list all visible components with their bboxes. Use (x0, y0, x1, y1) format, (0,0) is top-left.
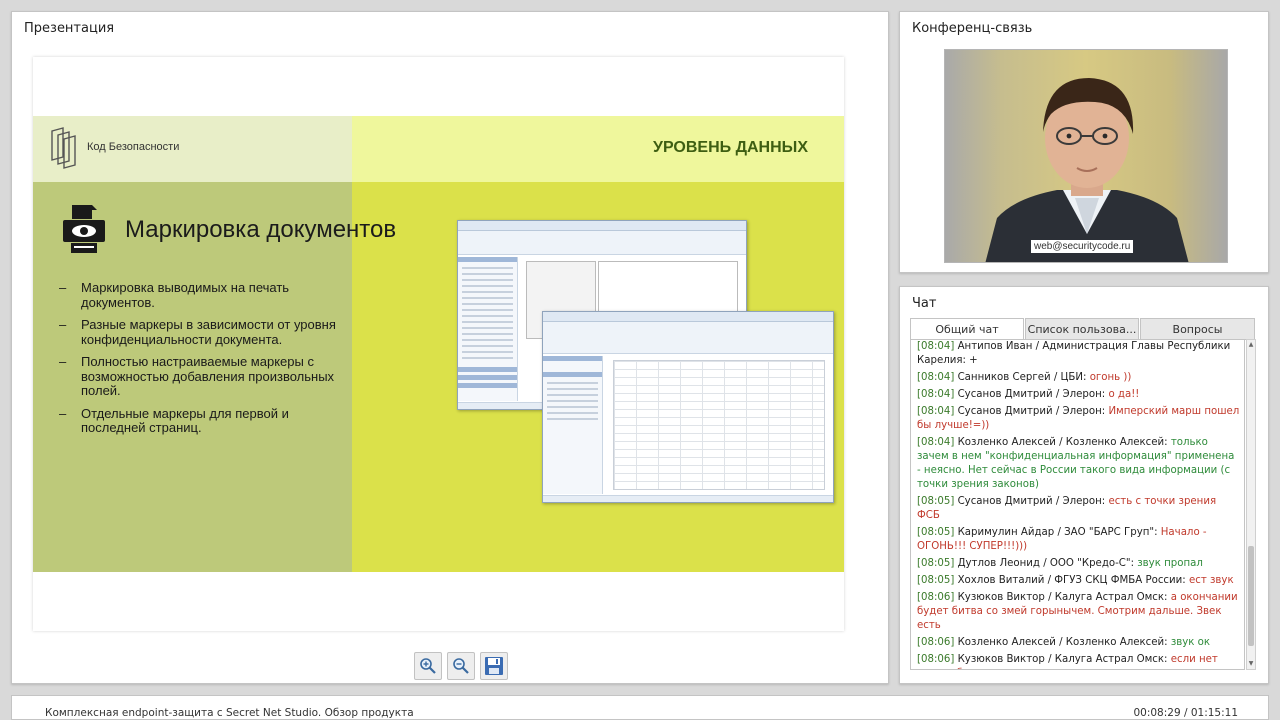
chat-message-time: [08:06] (917, 637, 955, 648)
chat-message: [08:04] Сусанов Дмитрий / Элерон: Имперс… (911, 405, 1244, 433)
chat-message: [08:04] Санников Сергей / ЦБИ: огонь )) (911, 371, 1244, 385)
tab-user-list[interactable]: Список пользова... (1025, 318, 1139, 340)
slide-bullet: Разные маркеры в зависимости от уровня к… (59, 317, 339, 347)
chat-message-time: [08:05] (917, 496, 955, 507)
chat-message-author: Дутлов Леонид / ООО "Кредо-С": (957, 558, 1134, 569)
slide-bullet-list: Маркировка выводимых на печать документо… (59, 280, 339, 444)
chat-message-time: [08:05] (917, 527, 955, 538)
chat-message-author: Козленко Алексей / Козленко Алексей: (957, 437, 1168, 448)
scroll-up-icon[interactable]: ▲ (1247, 341, 1255, 349)
presentation-panel: Презентация Код Безопасности УРОВЕНЬ ДАН… (11, 11, 889, 684)
chat-message-author: Санников Сергей / ЦБИ: (957, 372, 1087, 383)
presenter-image (985, 78, 1189, 262)
chat-message: [08:05] Каримулин Айдар / ЗАО "БАРС Груп… (911, 526, 1244, 554)
chat-message-author: Сусанов Дмитрий / Элерон: (957, 406, 1106, 417)
conference-panel: Конференц-связь web@securitycode.ru (899, 11, 1269, 273)
chat-message-author: Сусанов Дмитрий / Элерон: (957, 496, 1106, 507)
tab-questions[interactable]: Вопросы (1140, 318, 1255, 340)
webcam-video[interactable]: web@securitycode.ru (944, 49, 1228, 263)
scroll-down-icon[interactable]: ▼ (1247, 660, 1255, 668)
company-logo-icon (51, 127, 76, 169)
save-icon (485, 657, 503, 675)
presentation-slide: Код Безопасности УРОВЕНЬ ДАННЫХ Маркиров… (33, 57, 844, 631)
zoom-in-button[interactable] (414, 652, 442, 680)
chat-message-text: + (969, 355, 978, 366)
save-button[interactable] (480, 652, 508, 680)
chat-message-text: звук пропал (1137, 558, 1203, 569)
chat-message-text: о да!! (1108, 389, 1140, 400)
chat-message-time: [08:05] (917, 558, 955, 569)
playback-time: 00:08:29 / 01:15:11 (1133, 707, 1238, 719)
chat-message-author: Хохлов Виталий / ФГУЗ СКЦ ФМБА России: (957, 575, 1186, 586)
chat-message-author: Кузюков Виктор / Калуга Астрал Омск: (957, 592, 1168, 603)
tab-general-chat[interactable]: Общий чат (910, 318, 1024, 340)
chat-message-text: огонь )) (1089, 372, 1132, 383)
printer-eye-icon (63, 205, 105, 253)
chat-panel-title: Чат (912, 296, 937, 311)
video-email-label: web@securitycode.ru (1031, 240, 1134, 253)
chat-scroll-thumb[interactable] (1248, 546, 1254, 646)
chat-message-author: Козленко Алексей / Козленко Алексей: (957, 637, 1168, 648)
chat-message: [08:04] Козленко Алексей / Козленко Алек… (911, 436, 1244, 492)
chat-message: [08:05] Хохлов Виталий / ФГУЗ СКЦ ФМБА Р… (911, 574, 1244, 588)
chat-message-time: [08:06] (917, 654, 955, 665)
chat-message: [08:05] Сусанов Дмитрий / Элерон: есть с… (911, 495, 1244, 523)
chat-message-author: Сусанов Дмитрий / Элерон: (957, 389, 1106, 400)
company-logo-text: Код Безопасности (87, 141, 180, 153)
chat-message-author: Каримулин Айдар / ЗАО "БАРС Груп": (957, 527, 1158, 538)
chat-message: [08:06] Кузюков Виктор / Калуга Астрал О… (911, 591, 1244, 633)
slide-bullet: Полностью настраиваемые маркеры с возмож… (59, 354, 339, 399)
conference-panel-title: Конференц-связь (912, 21, 1033, 36)
slide-bullet: Отдельные маркеры для первой и последней… (59, 406, 339, 436)
chat-message-text: звук ок (1170, 637, 1211, 648)
chat-message: [08:05] Дутлов Леонид / ООО "Кредо-С": з… (911, 557, 1244, 571)
chat-message-time: [08:04] (917, 372, 955, 383)
chat-panel: Чат Общий чат Список пользова... Вопросы… (899, 286, 1269, 684)
chat-message: [08:04] Сусанов Дмитрий / Элерон: о да!! (911, 388, 1244, 402)
webinar-title: Комплексная endpoint-защита с Secret Net… (45, 707, 414, 719)
slide-band-top-left (33, 116, 352, 182)
chat-message: [08:04] Антипов Иван / Администрация Гла… (911, 340, 1244, 368)
slide-bullet: Маркировка выводимых на печать документо… (59, 280, 339, 310)
screenshot-app-window-front (542, 311, 834, 503)
chat-message-text: ест звук (1188, 575, 1234, 586)
presentation-panel-title: Презентация (24, 21, 115, 36)
slide-level-title: УРОВЕНЬ ДАННЫХ (653, 139, 808, 156)
chat-scrollbar[interactable]: ▲ ▼ (1246, 339, 1256, 670)
chat-message-author: Антипов Иван / Администрация Главы Респу… (917, 341, 1231, 366)
zoom-in-icon (420, 658, 436, 674)
chat-message-author: Кузюков Виктор / Калуга Астрал Омск: (957, 654, 1168, 665)
chat-message-time: [08:04] (917, 341, 955, 352)
chat-message-time: [08:04] (917, 389, 955, 400)
chat-message: [08:06] Кузюков Виктор / Калуга Астрал О… (911, 653, 1244, 669)
chat-message: [08:06] Козленко Алексей / Козленко Алек… (911, 636, 1244, 650)
chat-message-time: [08:06] (917, 592, 955, 603)
zoom-out-icon (453, 658, 469, 674)
chat-tabs: Общий чат Список пользова... Вопросы (910, 318, 1255, 340)
chat-message-time: [08:04] (917, 406, 955, 417)
chat-message-time: [08:04] (917, 437, 955, 448)
zoom-out-button[interactable] (447, 652, 475, 680)
player-footer: Комплексная endpoint-защита с Secret Net… (11, 695, 1269, 720)
chat-message-time: [08:05] (917, 575, 955, 586)
chat-message-list: [08:04] Антипов Иван / Администрация Гла… (910, 339, 1245, 670)
slide-heading: Маркировка документов (125, 216, 397, 243)
